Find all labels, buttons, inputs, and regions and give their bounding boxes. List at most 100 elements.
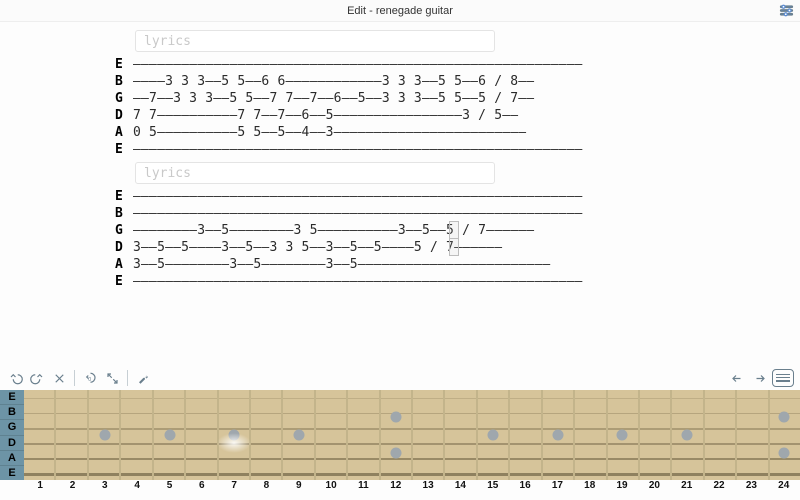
tab-row[interactable]: E———————————————————————————————————————…: [115, 188, 685, 205]
tab-row[interactable]: E———————————————————————————————————————…: [115, 141, 685, 158]
redo-icon[interactable]: [28, 369, 46, 387]
tuning-label: A: [115, 256, 133, 273]
fret-cell[interactable]: [737, 390, 769, 480]
tab-editor-area: E———————————————————————————————————————…: [0, 22, 800, 366]
undo-icon[interactable]: [6, 369, 24, 387]
tab-content[interactable]: ————————————————————————————————————————…: [133, 273, 685, 290]
fret-number: 16: [509, 480, 541, 500]
fret-cell[interactable]: [510, 390, 542, 480]
tab-content[interactable]: 3——5————————3——5————————3——5————————————…: [133, 256, 685, 273]
lyrics-input[interactable]: [135, 162, 495, 184]
tab-row[interactable]: E———————————————————————————————————————…: [115, 273, 685, 290]
fret-cell[interactable]: [251, 390, 283, 480]
tab-row[interactable]: E———————————————————————————————————————…: [115, 56, 685, 73]
tab-content[interactable]: ——7——3 3 3——5 5——7 7——7——6——5——3 3 3——5 …: [133, 90, 685, 107]
fret-number: 20: [638, 480, 670, 500]
fret-marker-dot: [681, 430, 692, 441]
tab-content[interactable]: ————————————————————————————————————————…: [133, 56, 685, 73]
lyrics-input[interactable]: [135, 30, 495, 52]
fretboard-board[interactable]: [24, 390, 800, 480]
fret-cell[interactable]: [316, 390, 348, 480]
tab-content[interactable]: 7 7——————————7 7——7——6——5———————————————…: [133, 107, 685, 124]
fret-cell[interactable]: [705, 390, 737, 480]
edit-cursor: [449, 238, 459, 256]
fret-marker-dot: [229, 430, 240, 441]
tab-content[interactable]: ————————————————————————————————————————…: [133, 141, 685, 158]
fret-number: 1: [24, 480, 56, 500]
fret-cell[interactable]: [121, 390, 153, 480]
tab-lines[interactable]: E———————————————————————————————————————…: [115, 56, 685, 158]
tab-content[interactable]: 0 5——————————5 5——5——4——3———————————————…: [133, 124, 685, 141]
fret-cell[interactable]: [186, 390, 218, 480]
fretboard[interactable]: EBGDAE: [0, 390, 800, 480]
tab-row[interactable]: D7 7——————————7 7——7——6——5——————————————…: [115, 107, 685, 124]
fret-number: 4: [121, 480, 153, 500]
toolbar-divider: [127, 370, 128, 386]
open-string-label[interactable]: E: [0, 466, 24, 480]
tab-row[interactable]: B————3 3 3——5 5——6 6————————————3 3 3——5…: [115, 73, 685, 90]
fret-number: 7: [218, 480, 250, 500]
fret-number: 3: [89, 480, 121, 500]
tab-content[interactable]: ————3 3 3——5 5——6 6————————————3 3 3——5 …: [133, 73, 685, 90]
fret-number: 15: [477, 480, 509, 500]
fretboard-panel: EBGDAE 123456789101112131415161718192021…: [0, 390, 800, 500]
nav-left-icon[interactable]: [728, 369, 746, 387]
fret-number-row: 123456789101112131415161718192021222324: [0, 480, 800, 500]
fret-number: 21: [671, 480, 703, 500]
fret-marker-dot: [487, 430, 498, 441]
open-string-label[interactable]: D: [0, 436, 24, 451]
capo-icon[interactable]: 0: [81, 369, 99, 387]
fret-number: 13: [412, 480, 444, 500]
tab-section: E———————————————————————————————————————…: [115, 30, 685, 158]
tab-row[interactable]: D3——5——5————3——5——3 3 5——3——5——5————5 / …: [115, 239, 685, 256]
fret-cell[interactable]: [575, 390, 607, 480]
fret-cell[interactable]: [413, 390, 445, 480]
fret-cell[interactable]: [56, 390, 88, 480]
tab-row[interactable]: G——7——3 3 3——5 5——7 7——7——6——5——3 3 3——5…: [115, 90, 685, 107]
fret-cell[interactable]: [445, 390, 477, 480]
fret-marker-dot: [390, 412, 401, 423]
fret-cell[interactable]: [381, 390, 413, 480]
fret-number: 18: [574, 480, 606, 500]
keyboard-toggle-icon[interactable]: [772, 369, 794, 387]
tuning-label: G: [115, 222, 133, 239]
settings-icon[interactable]: [778, 3, 794, 17]
tab-content[interactable]: ————————3——5————————3 5——————————3——5——5…: [133, 222, 685, 239]
expand-icon[interactable]: [103, 369, 121, 387]
fret-number: 5: [153, 480, 185, 500]
tab-row[interactable]: A0 5——————————5 5——5——4——3——————————————…: [115, 124, 685, 141]
fret-number: 19: [606, 480, 638, 500]
tuning-label: D: [115, 107, 133, 124]
open-string-label[interactable]: G: [0, 420, 24, 435]
tab-lines[interactable]: E———————————————————————————————————————…: [115, 188, 685, 290]
open-string-label[interactable]: A: [0, 451, 24, 466]
fret-number: 17: [541, 480, 573, 500]
wrench-icon[interactable]: [134, 369, 152, 387]
tuning-label: E: [115, 56, 133, 73]
tab-content[interactable]: 3——5——5————3——5——3 3 5——3——5——5————5 / 7…: [133, 239, 685, 256]
fret-marker-dot: [99, 430, 110, 441]
tab-row[interactable]: B———————————————————————————————————————…: [115, 205, 685, 222]
fret-cell[interactable]: [640, 390, 672, 480]
tab-content[interactable]: ————————————————————————————————————————…: [133, 188, 685, 205]
fret-marker-dot: [617, 430, 628, 441]
svg-text:0: 0: [88, 376, 91, 382]
fret-cell[interactable]: [770, 390, 800, 480]
fret-cell[interactable]: [24, 390, 56, 480]
tab-row[interactable]: G————————3——5————————3 5——————————3——5——…: [115, 222, 685, 239]
open-string-label[interactable]: E: [0, 390, 24, 405]
tab-content[interactable]: ————————————————————————————————————————…: [133, 205, 685, 222]
fret-number: 10: [315, 480, 347, 500]
fret-number: 24: [768, 480, 800, 500]
open-string-label[interactable]: B: [0, 405, 24, 420]
fret-cell[interactable]: [348, 390, 380, 480]
tuning-label: A: [115, 124, 133, 141]
tab-row[interactable]: A3——5————————3——5————————3——5———————————…: [115, 256, 685, 273]
delete-icon[interactable]: [50, 369, 68, 387]
toolbar: 0: [0, 366, 800, 390]
fret-number: 9: [283, 480, 315, 500]
fret-marker-dot: [778, 412, 789, 423]
tuning-label: B: [115, 73, 133, 90]
nav-right-icon[interactable]: [750, 369, 768, 387]
tuning-label: E: [115, 188, 133, 205]
